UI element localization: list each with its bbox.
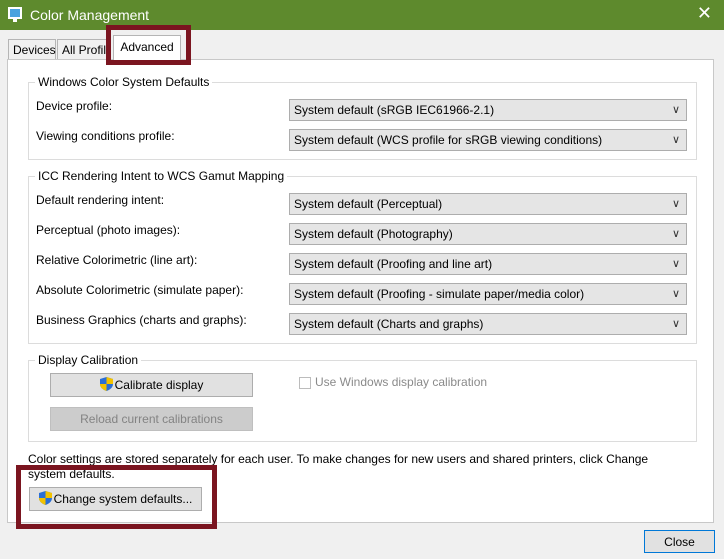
- perceptual-label: Perceptual (photo images):: [36, 223, 181, 237]
- change-system-defaults-label: Change system defaults...: [53, 492, 193, 506]
- absolute-colorimetric-value: System default (Proofing - simulate pape…: [294, 287, 585, 301]
- chevron-down-icon: ∨: [671, 228, 680, 240]
- tab-all-profiles[interactable]: All Profile: [57, 39, 111, 59]
- chevron-down-icon: ∨: [671, 288, 680, 300]
- relative-colorimetric-label: Relative Colorimetric (line art):: [36, 253, 198, 267]
- use-windows-calibration-label: Use Windows display calibration: [315, 375, 488, 389]
- default-intent-select[interactable]: System default (Perceptual) ∨: [289, 193, 687, 215]
- relative-colorimetric-select[interactable]: System default (Proofing and line art) ∨: [289, 253, 687, 275]
- uac-shield-icon: [38, 491, 52, 505]
- viewing-conditions-value: System default (WCS profile for sRGB vie…: [294, 133, 603, 147]
- chevron-down-icon: ∨: [671, 318, 680, 330]
- chevron-down-icon: ∨: [671, 104, 680, 116]
- relative-colorimetric-value: System default (Proofing and line art): [294, 257, 493, 271]
- chevron-down-icon: ∨: [671, 198, 680, 210]
- device-profile-select[interactable]: System default (sRGB IEC61966-2.1) ∨: [289, 99, 687, 121]
- default-intent-value: System default (Perceptual): [294, 197, 443, 211]
- use-windows-calibration-checkbox[interactable]: [299, 377, 311, 389]
- business-graphics-value: System default (Charts and graphs): [294, 317, 484, 331]
- device-profile-label: Device profile:: [36, 99, 113, 113]
- absolute-colorimetric-label: Absolute Colorimetric (simulate paper):: [36, 283, 244, 297]
- reload-calibrations-button[interactable]: Reload current calibrations: [50, 407, 253, 431]
- change-system-defaults-button[interactable]: Change system defaults...: [29, 487, 202, 511]
- display-calibration-title: Display Calibration: [35, 353, 142, 367]
- business-graphics-select[interactable]: System default (Charts and graphs) ∨: [289, 313, 687, 335]
- chevron-down-icon: ∨: [671, 258, 680, 270]
- close-window-button[interactable]: ✕: [697, 4, 712, 22]
- viewing-conditions-select[interactable]: System default (WCS profile for sRGB vie…: [289, 129, 687, 151]
- device-profile-value: System default (sRGB IEC61966-2.1): [294, 103, 495, 117]
- absolute-colorimetric-select[interactable]: System default (Proofing - simulate pape…: [289, 283, 687, 305]
- wcs-defaults-title: Windows Color System Defaults: [35, 75, 213, 89]
- chevron-down-icon: ∨: [671, 134, 680, 146]
- title-bar: Color Management ✕: [0, 0, 724, 30]
- uac-shield-icon: [99, 377, 113, 391]
- viewing-conditions-label: Viewing conditions profile:: [36, 129, 175, 143]
- per-user-settings-note: Color settings are stored separately for…: [28, 452, 649, 481]
- perceptual-value: System default (Photography): [294, 227, 453, 241]
- default-intent-label: Default rendering intent:: [36, 193, 165, 207]
- close-button[interactable]: Close: [644, 530, 715, 553]
- calibrate-display-label: Calibrate display: [114, 378, 204, 392]
- monitor-icon: [8, 7, 22, 22]
- window-title: Color Management: [30, 7, 150, 23]
- calibrate-display-button[interactable]: Calibrate display: [50, 373, 253, 397]
- tab-devices[interactable]: Devices: [8, 39, 56, 59]
- perceptual-select[interactable]: System default (Photography) ∨: [289, 223, 687, 245]
- business-graphics-label: Business Graphics (charts and graphs):: [36, 313, 247, 327]
- icc-mapping-title: ICC Rendering Intent to WCS Gamut Mappin…: [35, 169, 288, 183]
- tab-advanced[interactable]: Advanced: [113, 35, 181, 61]
